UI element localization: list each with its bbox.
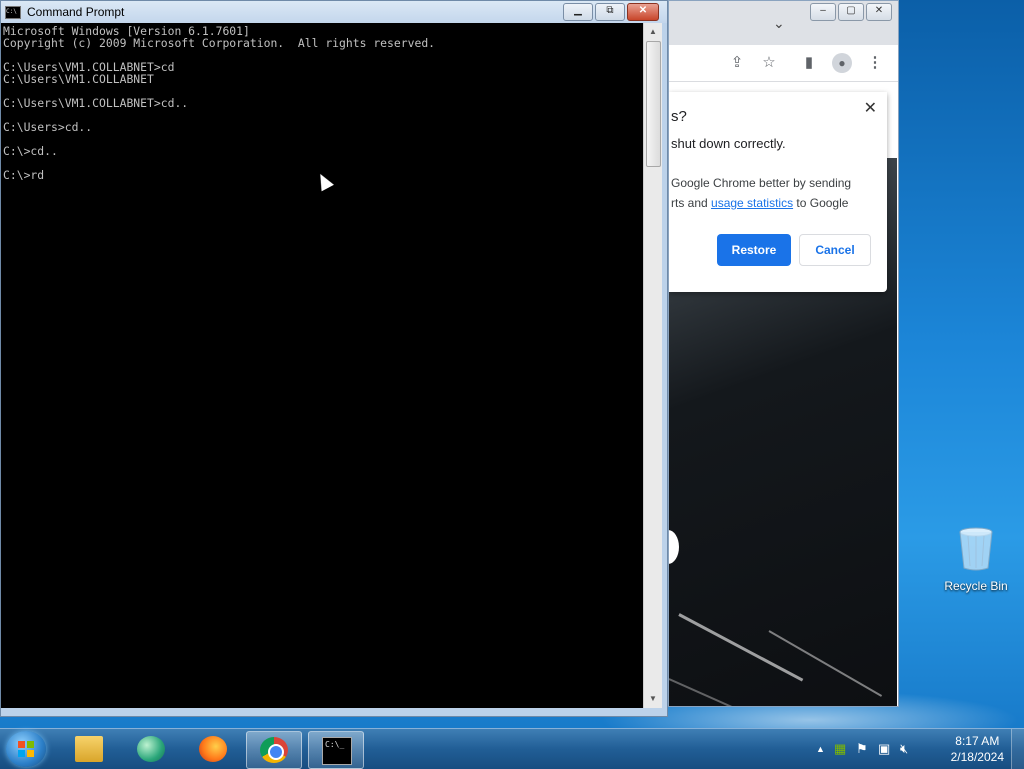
console-line: C:\Users\VM1.COLLABNET bbox=[3, 72, 154, 86]
carousel-button[interactable] bbox=[669, 530, 679, 564]
recycle-bin-label: Recycle Bin bbox=[944, 579, 1008, 593]
system-tray: ▲ ▦ ⚑ ▣ 🔇︎ 8:17 AM 2/18/2024 bbox=[814, 729, 1024, 769]
image-streak bbox=[768, 630, 883, 697]
recycle-bin-icon bbox=[959, 527, 993, 571]
console-output[interactable]: Microsoft Windows [Version 6.1.7601] Copy… bbox=[1, 23, 643, 708]
network-icon[interactable]: ▣ bbox=[878, 741, 890, 757]
vertical-scrollbar[interactable]: ▲ ▼ bbox=[643, 23, 662, 708]
chrome-page: ✎ ✕ s? shut down correctly. Google Chrom… bbox=[669, 82, 898, 706]
dialog-title: s? bbox=[671, 108, 687, 125]
firefox-icon bbox=[199, 736, 227, 762]
side-panel-icon[interactable]: ▮ bbox=[799, 53, 819, 73]
console-line: C:\Users>cd.. bbox=[3, 120, 93, 134]
chrome-titlebar[interactable]: ⌄ ‒ ▢ ✕ bbox=[669, 1, 898, 45]
volume-muted-icon[interactable]: 🔇︎ bbox=[900, 741, 908, 757]
taskbar-browser-globe[interactable] bbox=[124, 731, 178, 767]
image-streak bbox=[669, 678, 780, 706]
show-desktop-button[interactable] bbox=[1011, 729, 1024, 769]
folder-icon bbox=[75, 736, 103, 762]
dialog-stats-text: Google Chrome better by sending bbox=[671, 176, 852, 190]
dialog-message: shut down correctly. bbox=[671, 136, 786, 151]
scroll-up-arrow-icon[interactable]: ▲ bbox=[646, 25, 660, 39]
start-button[interactable] bbox=[6, 731, 46, 767]
dialog-stats-suffix: to Google bbox=[793, 196, 849, 210]
console-line: C:\>cd.. bbox=[3, 144, 58, 158]
console-line: Copyright (c) 2009 Microsoft Corporation… bbox=[3, 36, 436, 50]
usage-statistics-link[interactable]: usage statistics bbox=[711, 196, 793, 210]
cmd-app-icon[interactable]: C:\ bbox=[5, 6, 21, 19]
chrome-toolbar: ⇪ ☆ ▮ ● ⋮ bbox=[669, 45, 898, 82]
share-icon[interactable]: ⇪ bbox=[727, 53, 747, 73]
action-center-flag-icon[interactable]: ⚑ bbox=[856, 741, 868, 757]
chrome-minimize-button[interactable]: ‒ bbox=[810, 3, 836, 21]
close-button[interactable]: ✕ bbox=[627, 3, 659, 21]
profile-icon[interactable]: ● bbox=[832, 53, 852, 73]
command-prompt-window[interactable]: C:\ Command Prompt ▁ ⧉ ✕ Microsoft Windo… bbox=[0, 0, 668, 717]
taskbar-explorer[interactable] bbox=[62, 731, 116, 767]
clock-time: 8:17 AM bbox=[955, 734, 1000, 748]
cmd-icon: C:\_ bbox=[322, 737, 352, 765]
taskbar: C:\_ ▲ ▦ ⚑ ▣ 🔇︎ 8:17 AM 2/18/2024 bbox=[0, 728, 1024, 769]
chrome-window[interactable]: ⌄ ‒ ▢ ✕ ⇪ ☆ ▮ ● ⋮ ✎ ✕ s? shut down corre… bbox=[668, 0, 899, 707]
chrome-icon bbox=[260, 737, 288, 763]
clock[interactable]: 8:17 AM 2/18/2024 bbox=[951, 733, 1004, 765]
recycle-bin[interactable]: Recycle Bin bbox=[940, 526, 1012, 593]
menu-icon[interactable]: ⋮ bbox=[865, 53, 885, 73]
dialog-stats-text-2: rts and usage statistics to Google bbox=[671, 196, 848, 210]
chrome-close-button[interactable]: ✕ bbox=[866, 3, 892, 21]
cancel-button[interactable]: Cancel bbox=[799, 234, 871, 266]
cmd-titlebar[interactable]: C:\ Command Prompt ▁ ⧉ ✕ bbox=[1, 1, 667, 23]
show-hidden-icons-chevron-icon[interactable]: ▲ bbox=[816, 744, 825, 754]
tab-search-chevron-icon[interactable]: ⌄ bbox=[773, 15, 785, 32]
minimize-button[interactable]: ▁ bbox=[563, 3, 593, 21]
cmd-window-controls: ▁ ⧉ ✕ bbox=[563, 3, 659, 21]
console-line: C:\Users\VM1.COLLABNET>cd.. bbox=[3, 96, 189, 110]
scroll-down-arrow-icon[interactable]: ▼ bbox=[646, 692, 660, 706]
scrollbar-thumb[interactable] bbox=[646, 41, 661, 167]
maximize-button[interactable]: ⧉ bbox=[595, 3, 625, 21]
chrome-maximize-button[interactable]: ▢ bbox=[838, 3, 864, 21]
windows-logo-icon bbox=[18, 741, 34, 757]
globe-icon bbox=[137, 736, 165, 762]
network-status-icon[interactable]: ▦ bbox=[834, 741, 846, 757]
restore-pages-dialog: ✕ s? shut down correctly. Google Chrome … bbox=[669, 92, 887, 292]
image-streak bbox=[678, 613, 804, 682]
taskbar-firefox[interactable] bbox=[186, 731, 240, 767]
dialog-stats-prefix: rts and bbox=[671, 196, 712, 210]
taskbar-command-prompt[interactable]: C:\_ bbox=[308, 731, 364, 769]
close-icon[interactable]: ✕ bbox=[864, 98, 877, 118]
clock-date: 2/18/2024 bbox=[950, 750, 1004, 764]
window-title: Command Prompt bbox=[27, 5, 125, 19]
star-icon[interactable]: ☆ bbox=[759, 53, 779, 73]
restore-button[interactable]: Restore bbox=[717, 234, 791, 266]
chrome-window-controls: ‒ ▢ ✕ bbox=[810, 3, 892, 21]
taskbar-chrome[interactable] bbox=[246, 731, 302, 769]
